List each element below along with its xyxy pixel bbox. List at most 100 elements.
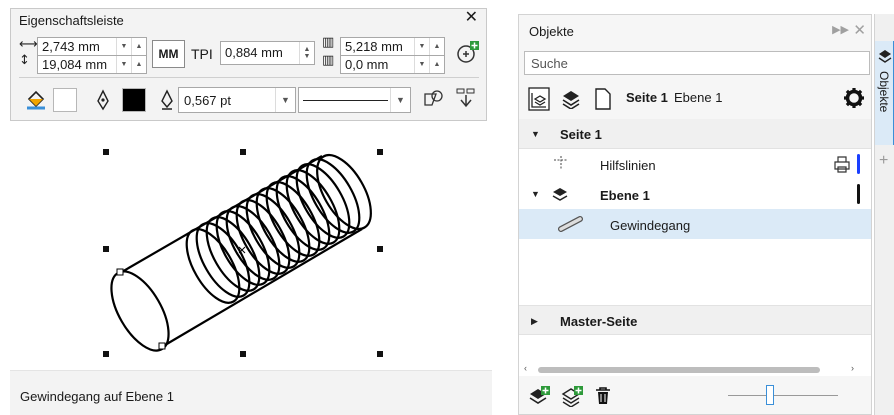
selection-handle[interactable] [240, 149, 246, 155]
layers-icon[interactable] [561, 89, 581, 109]
outline-pen-icon [161, 89, 173, 110]
fill-bucket-icon[interactable] [25, 89, 49, 111]
tpi-field[interactable]: 0,884 mm ▲ ▼ [220, 41, 315, 65]
drawing-canvas[interactable] [10, 125, 487, 365]
selection-handle[interactable] [377, 246, 383, 252]
selection-handle[interactable] [240, 351, 246, 357]
current-layer-label: Ebene 1 [674, 90, 723, 105]
add-thread-icon[interactable] [455, 39, 481, 65]
guides-row-label: Hilfslinien [600, 158, 656, 173]
gear-icon[interactable] [843, 87, 865, 109]
pen-nib-icon[interactable] [95, 89, 111, 111]
tab-objects[interactable]: Objekte [875, 41, 894, 145]
thread-object[interactable] [10, 125, 487, 365]
tree-row-guides[interactable]: Hilfslinien [519, 149, 871, 179]
guides-color-indicator[interactable] [857, 154, 860, 174]
trash-icon[interactable] [594, 386, 612, 406]
search-placeholder: Suche [531, 56, 568, 71]
object-row-label: Gewindegang [610, 218, 691, 233]
tpi-label: TPI [191, 46, 213, 62]
guidelines-icon [554, 156, 568, 170]
docker-title: Objekte [529, 24, 574, 39]
docker-bottom-bar [519, 378, 871, 414]
new-layer-icon[interactable] [528, 385, 552, 407]
tree-row-page[interactable]: ▼ Seite 1 [519, 119, 871, 149]
docker-toolbar: Seite 1 Ebene 1 [524, 81, 870, 117]
expand-triangle-icon[interactable]: ▶ [531, 316, 538, 327]
height-field[interactable]: 19,084 mm ▼ ▲ [37, 55, 147, 74]
line-style-preview [303, 100, 388, 101]
outline-color-swatch[interactable] [122, 88, 146, 112]
layer-color-indicator[interactable] [857, 184, 860, 204]
thread-offset-field[interactable]: 0,0 mm ▼ ▲ [340, 55, 445, 74]
page-icon[interactable] [595, 88, 611, 110]
selection-handle[interactable] [103, 149, 109, 155]
close-icon[interactable]: ✕ [465, 10, 478, 26]
fill-color-swatch[interactable] [53, 88, 77, 112]
send-to-back-icon[interactable] [454, 87, 478, 111]
scroll-right-icon[interactable]: › [851, 363, 854, 373]
width-field[interactable]: 2,743 mm ▼ ▲ [37, 37, 147, 56]
page-layers-icon[interactable] [528, 87, 550, 111]
divider [19, 77, 479, 78]
selection-handle[interactable] [377, 149, 383, 155]
status-text: Gewindegang auf Ebene 1 [20, 389, 174, 404]
selection-handle[interactable] [377, 351, 383, 357]
width-value: 2,743 mm [42, 39, 100, 54]
width-spin-down[interactable]: ▼ [116, 38, 131, 55]
selection-handle[interactable] [103, 246, 109, 252]
tree-row-master-page[interactable]: ▶ Master-Seite [519, 305, 871, 335]
chevron-down-icon: ▼ [275, 88, 295, 112]
thread-object-icon [558, 216, 583, 232]
thread-depth-value: 5,218 mm [345, 39, 403, 54]
expand-triangle-icon[interactable]: ▼ [531, 189, 540, 199]
zoom-slider-track[interactable] [728, 395, 838, 396]
collapse-docker-icon[interactable]: ▶▶ [832, 23, 849, 36]
height-icon: ↕ [19, 53, 30, 68]
layers-icon [552, 188, 568, 201]
thread-depth-spin-down[interactable]: ▼ [414, 38, 429, 55]
tpi-value: 0,884 mm [225, 45, 283, 60]
line-style-dropdown[interactable]: ▼ [298, 87, 411, 113]
add-docker-icon[interactable]: + [879, 152, 888, 170]
property-bar-title: Eigenschaftsleiste [19, 13, 124, 28]
close-icon[interactable]: ✕ [853, 21, 866, 39]
thread-depth-field[interactable]: 5,218 mm ▼ ▲ [340, 37, 445, 56]
layer-row-label: Ebene 1 [600, 188, 650, 203]
docker-tab-strip: Objekte + [874, 14, 894, 415]
scroll-left-icon[interactable]: ‹ [524, 363, 527, 373]
expand-triangle-icon[interactable]: ▼ [531, 129, 540, 139]
tree-row-object-selected[interactable]: Gewindegang [519, 209, 871, 239]
new-master-layer-icon[interactable] [561, 385, 585, 407]
horizontal-scrollbar[interactable]: ‹ › [524, 363, 854, 375]
object-tree: ▼ Seite 1 Hilfslinien ▼ Ebene 1 Gewindeg… [519, 119, 871, 376]
status-bar: Gewindegang auf Ebene 1 [10, 370, 492, 415]
objects-docker: Objekte ▶▶ ✕ Suche Seite 1 Ebene 1 ▼ Sei… [518, 14, 872, 415]
thread-offset-value: 0,0 mm [345, 57, 389, 72]
chevron-down-icon: ▼ [390, 88, 410, 112]
zoom-slider-thumb[interactable] [766, 385, 774, 405]
outline-width-value: 0,567 pt [184, 93, 231, 108]
current-page-label: Seite 1 [626, 90, 668, 105]
unit-toggle-button[interactable]: MM [152, 40, 185, 68]
thread-offset-spin-up[interactable]: ▲ [429, 56, 444, 73]
thread-depth-spin-up[interactable]: ▲ [429, 38, 444, 55]
height-value: 19,084 mm [42, 57, 108, 72]
convert-object-icon[interactable] [422, 88, 444, 110]
tpi-spin[interactable]: ▲ ▼ [299, 42, 314, 64]
selection-handle[interactable] [103, 351, 109, 357]
tab-objects-label: Objekte [877, 71, 891, 113]
thread-depth-icon: ▥ [322, 35, 335, 50]
outline-width-dropdown[interactable]: 0,567 pt ▼ [178, 87, 296, 113]
property-bar: Eigenschaftsleiste ✕ ⟷ ↕ 2,743 mm ▼ ▲ 19… [10, 8, 487, 121]
height-spin-up[interactable]: ▲ [131, 56, 146, 73]
print-icon[interactable] [832, 155, 852, 173]
master-row-label: Master-Seite [560, 314, 638, 329]
thread-offset-spin-down[interactable]: ▼ [414, 56, 429, 73]
search-input[interactable]: Suche [524, 51, 870, 75]
width-icon: ⟷ [19, 37, 38, 52]
scroll-thumb[interactable] [538, 367, 820, 373]
height-spin-down[interactable]: ▼ [116, 56, 131, 73]
width-spin-up[interactable]: ▲ [131, 38, 146, 55]
tree-row-layer[interactable]: ▼ Ebene 1 [519, 179, 871, 209]
